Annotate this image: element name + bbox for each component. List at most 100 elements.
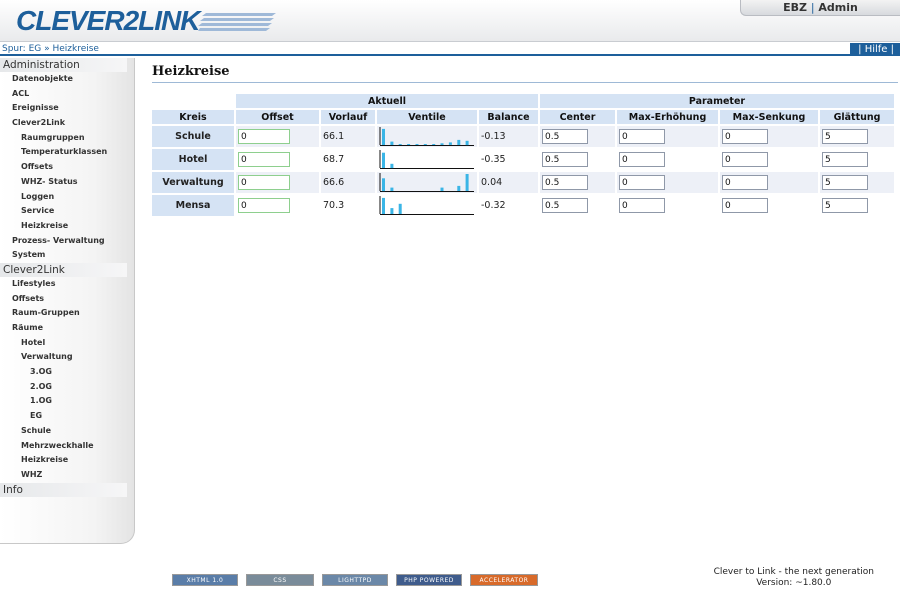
logo[interactable]: CLEVER2LINK <box>16 6 276 36</box>
user-role-link[interactable]: Admin <box>818 1 857 14</box>
ventile-bar <box>382 128 385 145</box>
center-cell <box>540 172 615 193</box>
max-senkung-cell <box>720 172 818 193</box>
ventile-cell <box>377 172 477 193</box>
sidebar-item-verwaltung[interactable]: Verwaltung <box>0 350 127 365</box>
sidebar-item-1og[interactable]: 1.OG <box>0 394 127 409</box>
column-header-glaettung: Glättung <box>820 110 894 124</box>
footer-version: Version: ~1.80.0 <box>756 578 832 588</box>
table-row: Schule 66.1 -0.13 <box>152 126 894 147</box>
max-erhoehung-input[interactable] <box>619 129 665 144</box>
max-erhoehung-cell <box>617 149 718 170</box>
sidebar-item-heizkreise[interactable]: Heizkreise <box>0 453 127 468</box>
glaettung-input[interactable] <box>822 152 868 167</box>
sidebar-section-clever2link[interactable]: Clever2Link <box>0 262 127 277</box>
ventile-bar <box>407 144 411 145</box>
offset-cell <box>236 195 319 216</box>
sidebar-section-administration[interactable]: Administration <box>0 58 127 72</box>
vorlauf-cell: 66.6 <box>321 172 375 193</box>
kreis-name: Mensa <box>152 195 234 216</box>
max-senkung-input[interactable] <box>722 175 768 190</box>
max-senkung-cell <box>720 195 818 216</box>
header-spacer <box>152 94 234 108</box>
badge-accelerator[interactable]: ACCELERATOR <box>470 574 538 586</box>
sidebar-item-ereignisse[interactable]: Ereignisse <box>0 101 127 116</box>
glaettung-cell <box>820 172 894 193</box>
center-input[interactable] <box>542 129 588 144</box>
glaettung-input[interactable] <box>822 129 868 144</box>
sidebar-item-raeume[interactable]: Räume <box>0 321 127 336</box>
glaettung-input[interactable] <box>822 175 868 190</box>
breadcrumb[interactable]: Spur: EG » Heizkreise <box>2 43 99 56</box>
badge-php-powered[interactable]: PHP POWERED <box>396 574 462 586</box>
vorlauf-value: 70.3 <box>323 200 345 211</box>
balance-cell: -0.32 <box>479 195 538 216</box>
sidebar-item-heizkreise-admin[interactable]: Heizkreise <box>0 219 127 234</box>
balance-value: -0.13 <box>481 131 506 142</box>
sidebar-item-3og[interactable]: 3.OG <box>0 365 127 380</box>
offset-input[interactable] <box>238 175 290 190</box>
help-link[interactable]: | Hilfe | <box>850 43 900 56</box>
column-header-ventile: Ventile <box>377 110 477 124</box>
ventile-bar <box>465 174 469 191</box>
center-input[interactable] <box>542 152 588 167</box>
sidebar-item-clever2link[interactable]: Clever2Link <box>0 116 127 131</box>
max-senkung-cell <box>720 126 818 147</box>
max-erhoehung-input[interactable] <box>619 175 665 190</box>
user-org-link[interactable]: EBZ <box>783 1 807 14</box>
ventile-bar <box>382 152 385 168</box>
center-input[interactable] <box>542 198 588 213</box>
badge-lighttpd[interactable]: LIGHTTPD <box>322 574 388 586</box>
sidebar: Administration Datenobjekte ACL Ereignis… <box>0 58 135 544</box>
sidebar-item-offsets[interactable]: Offsets <box>0 292 127 307</box>
ventile-bar <box>440 143 444 145</box>
center-input[interactable] <box>542 175 588 190</box>
max-erhoehung-cell <box>617 195 718 216</box>
sidebar-item-2og[interactable]: 2.OG <box>0 380 127 395</box>
ventile-bar <box>465 140 469 146</box>
badge-css[interactable]: CSS <box>246 574 314 586</box>
sidebar-item-schule[interactable]: Schule <box>0 424 127 439</box>
sidebar-item-raum-gruppen[interactable]: Raum-Gruppen <box>0 306 127 321</box>
sidebar-item-service[interactable]: Service <box>0 204 127 219</box>
ventile-bar <box>390 187 394 191</box>
balance-cell: -0.13 <box>479 126 538 147</box>
sidebar-item-acl[interactable]: ACL <box>0 87 127 102</box>
max-erhoehung-input[interactable] <box>619 152 665 167</box>
sidebar-item-lifestyles[interactable]: Lifestyles <box>0 277 127 292</box>
sidebar-item-whz-status[interactable]: WHZ- Status <box>0 175 127 190</box>
kreis-name: Verwaltung <box>152 172 234 193</box>
offset-input[interactable] <box>238 129 290 144</box>
glaettung-input[interactable] <box>822 198 868 213</box>
sidebar-item-temperaturklassen[interactable]: Temperaturklassen <box>0 145 127 160</box>
sidebar-item-eg[interactable]: EG <box>0 409 127 424</box>
ventile-bar <box>457 139 461 145</box>
sidebar-item-whz[interactable]: WHZ <box>0 468 127 483</box>
sidebar-item-prozess-verwaltung[interactable]: Prozess- Verwaltung <box>0 234 127 249</box>
sidebar-item-offsets-admin[interactable]: Offsets <box>0 160 127 175</box>
sidebar-item-datenobjekte[interactable]: Datenobjekte <box>0 72 127 87</box>
max-senkung-cell <box>720 149 818 170</box>
sidebar-item-mehrzweckhalle[interactable]: Mehrzweckhalle <box>0 439 127 454</box>
max-senkung-input[interactable] <box>722 152 768 167</box>
sidebar-item-raumgruppen[interactable]: Raumgruppen <box>0 131 127 146</box>
sidebar-item-hotel[interactable]: Hotel <box>0 336 127 351</box>
max-senkung-input[interactable] <box>722 198 768 213</box>
max-erhoehung-input[interactable] <box>619 198 665 213</box>
badge-xhtml[interactable]: XHTML 1.0 <box>172 574 238 586</box>
offset-input[interactable] <box>238 198 290 213</box>
table-row: Hotel 68.7 -0.35 <box>152 149 894 170</box>
offset-input[interactable] <box>238 152 290 167</box>
sidebar-item-system[interactable]: System <box>0 248 127 263</box>
user-box: EBZ | Admin <box>740 0 900 16</box>
table-row: Mensa 70.3 -0.32 <box>152 195 894 216</box>
ventile-chart <box>379 196 474 215</box>
sidebar-section-info[interactable]: Info <box>0 482 127 497</box>
ventile-chart <box>379 150 474 169</box>
max-senkung-input[interactable] <box>722 129 768 144</box>
vorlauf-value: 66.6 <box>323 177 345 188</box>
ventile-bar <box>448 142 452 145</box>
sidebar-item-loggen[interactable]: Loggen <box>0 190 127 205</box>
footer-text: Clever to Link - the next generation Ver… <box>714 567 874 589</box>
page-title: Heizkreise <box>152 64 898 83</box>
